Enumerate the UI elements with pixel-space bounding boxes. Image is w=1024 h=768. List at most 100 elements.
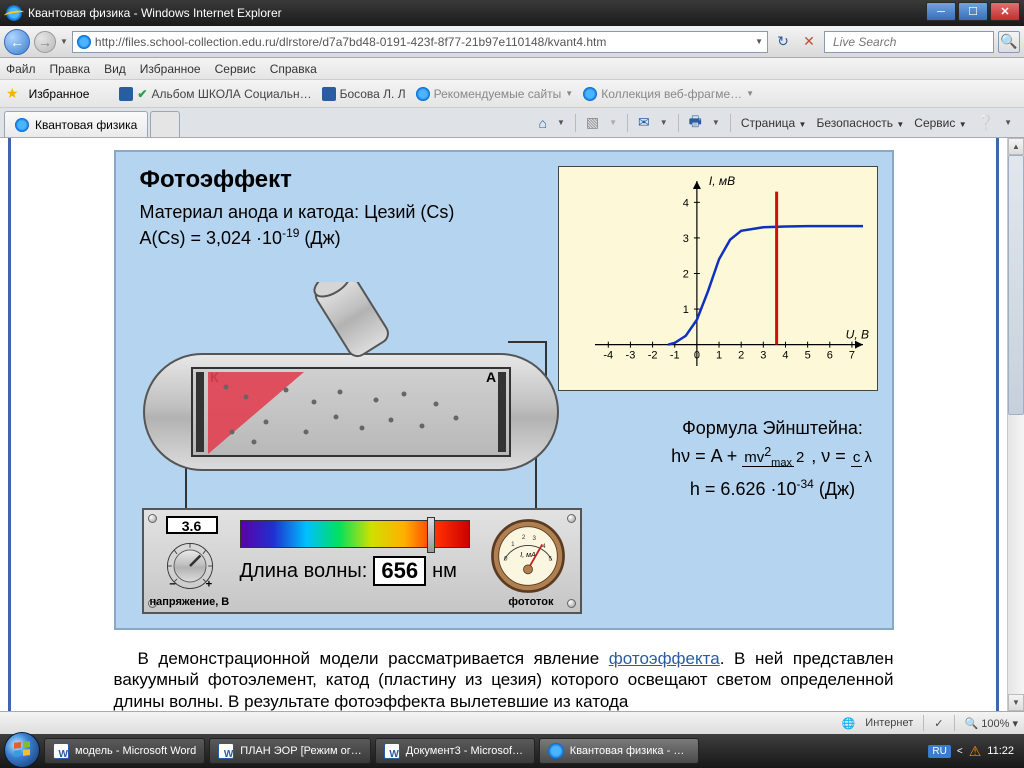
stop-button[interactable]: ✕ [798,31,820,53]
command-bar: ⌂▼ ▧▼ ✉▼ 🖶▼ Страница ▼ Безопасность ▼ Се… [530,108,1020,137]
search-input[interactable] [833,35,990,49]
svg-text:0: 0 [504,555,508,562]
feeds-icon[interactable]: ▧ [586,114,599,131]
internet-zone-label: Интернет [865,717,913,729]
photoeffect-link[interactable]: фотоэффекта [609,649,720,668]
einstein-formula: Формула Эйнштейна: hν = A + mv2max2 , ν … [668,418,878,500]
back-button[interactable]: ← [4,29,30,55]
taskbar-item-4[interactable]: Квантовая физика - … [539,738,699,764]
protected-mode-icon: ✓ [934,717,943,730]
menu-help[interactable]: Справка [270,62,317,76]
wavelength-value: 656 [373,556,426,586]
workfunction-line: A(Cs) = 3,024 ·10-19 (Дж) [140,226,341,249]
forward-button[interactable]: → [34,31,56,53]
word-icon [218,743,234,759]
svg-text:5: 5 [548,555,552,562]
svg-text:-2: -2 [647,350,657,362]
material-line: Материал анода и катода: Цезий (Cs) [140,202,455,223]
tab-title: Квантовая физика [35,118,137,132]
taskbar: модель - Microsoft Word ПЛАН ЭОР [Режим … [0,734,1024,768]
favorites-star-icon[interactable]: ★ [6,85,19,102]
voltage-knob[interactable]: − + [164,540,216,592]
nav-bar: ← → ▼ ▼ ↻ ✕ 🔍 [0,26,1024,58]
cmd-safety[interactable]: Безопасность ▼ [816,116,904,130]
favorites-bar: ★ Избранное ✔ Альбом ШКОЛА Социальн… Бос… [0,80,1024,108]
search-button[interactable]: 🔍 [998,31,1020,53]
search-box[interactable] [824,31,994,53]
menu-view[interactable]: Вид [104,62,126,76]
ie-icon [583,87,597,101]
svg-text:3: 3 [760,350,766,362]
menu-tools[interactable]: Сервис [215,62,256,76]
ie-icon [6,5,22,21]
svg-text:4: 4 [782,350,788,362]
taskbar-item-1[interactable]: модель - Microsoft Word [44,738,205,764]
svg-text:5: 5 [804,350,810,362]
svg-text:4: 4 [542,543,546,550]
maximize-button[interactable]: ☐ [958,2,988,21]
simulation-panel: Фотоэффект Материал анода и катода: Цези… [114,150,894,630]
tab-active[interactable]: Квантовая физика [4,111,148,137]
help-icon[interactable]: ❔ [977,114,994,131]
svg-text:7: 7 [848,350,854,362]
print-icon[interactable]: 🖶 [689,111,702,135]
svg-text:6: 6 [826,350,832,362]
refresh-button[interactable]: ↻ [772,31,794,53]
menu-edit[interactable]: Правка [50,62,91,76]
voltage-label: напряжение, В [150,596,230,608]
link-icon [322,87,336,101]
svg-text:0: 0 [693,350,699,362]
taskbar-item-2[interactable]: ПЛАН ЭОР [Режим ог… [209,738,370,764]
browser-content: Фотоэффект Материал анода и катода: Цези… [0,138,1024,711]
minimize-button[interactable]: ─ [926,2,956,21]
wavelength-spectrum[interactable] [240,520,470,548]
svg-text:U, В: U, В [845,328,868,342]
home-icon[interactable]: ⌂ [538,115,546,131]
status-bar: 🌐 Интернет ✓ 🔍 100% ▾ [0,711,1024,734]
taskbar-item-3[interactable]: Документ3 - Microsof… [375,738,535,764]
zoom-level[interactable]: 🔍 100% ▾ [965,717,1018,730]
favorites-item-4[interactable]: Коллекция веб-фрагме… ▼ [583,87,754,101]
graph-svg: -4-3-2-1012345671234U, ВI, мВ [559,167,879,392]
history-dropdown-icon[interactable]: ▼ [60,37,68,46]
favorites-item-1[interactable]: ✔ Альбом ШКОЛА Социальн… [119,87,311,101]
svg-text:I, мВ: I, мВ [708,174,734,188]
ie-icon [548,743,564,759]
wavelength-slider[interactable] [427,517,435,553]
close-button[interactable]: ✕ [990,2,1020,21]
mail-icon[interactable]: ✉ [638,114,650,131]
svg-text:2: 2 [521,534,525,541]
sim-title: Фотоэффект [140,166,292,194]
internet-zone-icon: 🌐 [842,717,856,730]
vertical-scrollbar[interactable]: ▲ ▼ [1007,138,1024,711]
scroll-down-button[interactable]: ▼ [1008,694,1024,711]
menu-file[interactable]: Файл [6,62,36,76]
svg-text:-1: -1 [669,350,679,362]
svg-text:1: 1 [715,350,721,362]
language-indicator[interactable]: RU [928,745,950,758]
link-icon [119,87,133,101]
scroll-thumb[interactable] [1008,155,1024,415]
tray-chevron-icon[interactable]: < [957,746,963,757]
scroll-up-button[interactable]: ▲ [1008,138,1024,155]
svg-text:2: 2 [682,269,688,281]
iv-graph: -4-3-2-1012345671234U, ВI, мВ [558,166,878,391]
svg-text:1: 1 [682,304,688,316]
word-icon [53,743,69,759]
address-bar[interactable]: ▼ [72,31,768,53]
clock[interactable]: 11:22 [987,745,1014,757]
window-buttons: ─ ☐ ✕ [926,5,1024,21]
wavelength-row: Длина волны: 656 нм [240,556,457,586]
favorites-item-2[interactable]: Босова Л. Л [322,87,406,101]
favorites-label: Избранное [29,87,90,101]
url-input[interactable] [95,35,751,49]
url-dropdown-icon[interactable]: ▼ [755,37,763,46]
new-tab-button[interactable] [150,111,180,137]
start-button[interactable] [4,732,40,768]
alert-icon[interactable]: ⚠ [969,743,982,760]
favorites-item-3[interactable]: Рекомендуемые сайты ▼ [416,87,574,101]
cmd-page[interactable]: Страница ▼ [741,116,807,130]
menu-favorites[interactable]: Избранное [140,62,201,76]
cmd-service[interactable]: Сервис ▼ [914,116,966,130]
ie-icon [416,87,430,101]
